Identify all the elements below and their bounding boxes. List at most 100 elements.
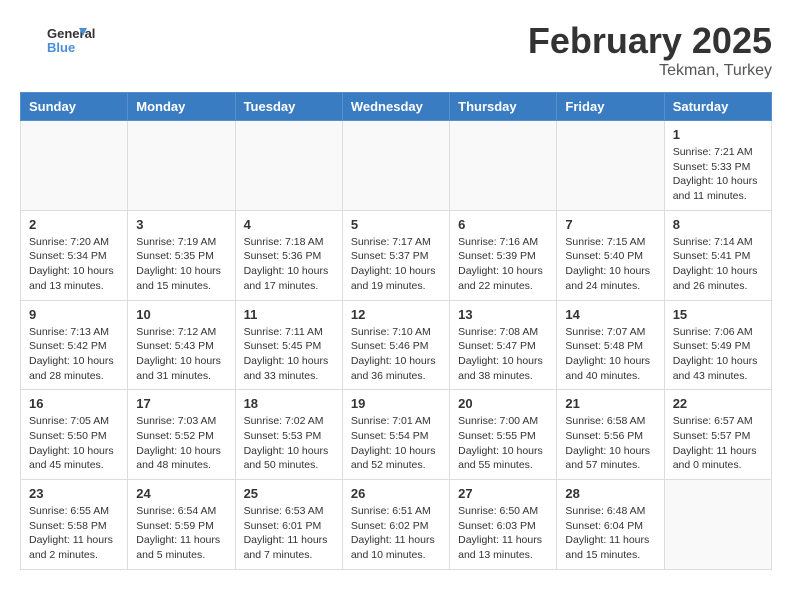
svg-text:General: General xyxy=(47,26,95,41)
day-info: Sunrise: 6:57 AMSunset: 5:57 PMDaylight:… xyxy=(673,414,763,473)
day-info: Sunrise: 7:17 AMSunset: 5:37 PMDaylight:… xyxy=(351,235,441,294)
day-number: 17 xyxy=(136,396,226,411)
weekday-header-friday: Friday xyxy=(557,93,664,121)
calendar-cell: 11 Sunrise: 7:11 AMSunset: 5:45 PMDayligh… xyxy=(235,300,342,390)
calendar-table: SundayMondayTuesdayWednesdayThursdayFrid… xyxy=(20,92,772,570)
calendar-cell: 4 Sunrise: 7:18 AMSunset: 5:36 PMDaylight… xyxy=(235,210,342,300)
location-title: Tekman, Turkey xyxy=(528,62,772,80)
calendar-cell: 24 Sunrise: 6:54 AMSunset: 5:59 PMDayligh… xyxy=(128,480,235,570)
day-info: Sunrise: 6:48 AMSunset: 6:04 PMDaylight:… xyxy=(565,504,655,563)
calendar-cell xyxy=(342,121,449,211)
calendar-cell: 3 Sunrise: 7:19 AMSunset: 5:35 PMDaylight… xyxy=(128,210,235,300)
calendar-week-3: 9 Sunrise: 7:13 AMSunset: 5:42 PMDaylight… xyxy=(21,300,772,390)
calendar-cell: 12 Sunrise: 7:10 AMSunset: 5:46 PMDayligh… xyxy=(342,300,449,390)
day-info: Sunrise: 7:00 AMSunset: 5:55 PMDaylight:… xyxy=(458,414,548,473)
day-info: Sunrise: 7:06 AMSunset: 5:49 PMDaylight:… xyxy=(673,325,763,384)
day-info: Sunrise: 6:53 AMSunset: 6:01 PMDaylight:… xyxy=(244,504,334,563)
day-number: 8 xyxy=(673,217,763,232)
day-info: Sunrise: 7:13 AMSunset: 5:42 PMDaylight:… xyxy=(29,325,119,384)
calendar-cell: 21 Sunrise: 6:58 AMSunset: 5:56 PMDayligh… xyxy=(557,390,664,480)
calendar-cell: 14 Sunrise: 7:07 AMSunset: 5:48 PMDayligh… xyxy=(557,300,664,390)
day-info: Sunrise: 7:05 AMSunset: 5:50 PMDaylight:… xyxy=(29,414,119,473)
weekday-header-tuesday: Tuesday xyxy=(235,93,342,121)
day-info: Sunrise: 7:01 AMSunset: 5:54 PMDaylight:… xyxy=(351,414,441,473)
calendar-cell: 2Sunrise: 7:20 AMSunset: 5:34 PMDaylight… xyxy=(21,210,128,300)
day-info: Sunrise: 7:19 AMSunset: 5:35 PMDaylight:… xyxy=(136,235,226,294)
day-info: Sunrise: 7:11 AMSunset: 5:45 PMDaylight:… xyxy=(244,325,334,384)
logo-icon: General Blue xyxy=(20,20,110,60)
title-block: February 2025 Tekman, Turkey xyxy=(528,20,772,80)
calendar-cell: 16 Sunrise: 7:05 AMSunset: 5:50 PMDayligh… xyxy=(21,390,128,480)
day-info: Sunrise: 7:03 AMSunset: 5:52 PMDaylight:… xyxy=(136,414,226,473)
day-number: 20 xyxy=(458,396,548,411)
calendar-cell: 1Sunrise: 7:21 AMSunset: 5:33 PMDaylight… xyxy=(664,121,771,211)
day-number: 5 xyxy=(351,217,441,232)
calendar-week-4: 16 Sunrise: 7:05 AMSunset: 5:50 PMDayligh… xyxy=(21,390,772,480)
calendar-cell xyxy=(128,121,235,211)
calendar-week-5: 23 Sunrise: 6:55 AMSunset: 5:58 PMDayligh… xyxy=(21,480,772,570)
calendar-cell: 9 Sunrise: 7:13 AMSunset: 5:42 PMDaylight… xyxy=(21,300,128,390)
day-info: Sunrise: 6:51 AMSunset: 6:02 PMDaylight:… xyxy=(351,504,441,563)
calendar-cell: 26 Sunrise: 6:51 AMSunset: 6:02 PMDayligh… xyxy=(342,480,449,570)
day-info: Sunrise: 7:15 AMSunset: 5:40 PMDaylight:… xyxy=(565,235,655,294)
day-number: 24 xyxy=(136,486,226,501)
day-number: 16 xyxy=(29,396,119,411)
calendar-cell: 27 Sunrise: 6:50 AMSunset: 6:03 PMDayligh… xyxy=(450,480,557,570)
day-info: Sunrise: 6:58 AMSunset: 5:56 PMDaylight:… xyxy=(565,414,655,473)
day-info: Sunrise: 7:07 AMSunset: 5:48 PMDaylight:… xyxy=(565,325,655,384)
day-info: Sunrise: 7:08 AMSunset: 5:47 PMDaylight:… xyxy=(458,325,548,384)
day-number: 12 xyxy=(351,307,441,322)
day-number: 11 xyxy=(244,307,334,322)
calendar-week-2: 2Sunrise: 7:20 AMSunset: 5:34 PMDaylight… xyxy=(21,210,772,300)
day-info: Sunrise: 7:10 AMSunset: 5:46 PMDaylight:… xyxy=(351,325,441,384)
calendar-cell: 8 Sunrise: 7:14 AMSunset: 5:41 PMDaylight… xyxy=(664,210,771,300)
day-number: 26 xyxy=(351,486,441,501)
day-info: Sunrise: 6:55 AMSunset: 5:58 PMDaylight:… xyxy=(29,504,119,563)
day-number: 2 xyxy=(29,217,119,232)
calendar-cell: 18Sunrise: 7:02 AMSunset: 5:53 PMDayligh… xyxy=(235,390,342,480)
svg-text:Blue: Blue xyxy=(47,40,75,55)
day-number: 21 xyxy=(565,396,655,411)
calendar-cell xyxy=(450,121,557,211)
day-number: 18 xyxy=(244,396,334,411)
calendar-cell: 19 Sunrise: 7:01 AMSunset: 5:54 PMDayligh… xyxy=(342,390,449,480)
calendar-cell: 17 Sunrise: 7:03 AMSunset: 5:52 PMDayligh… xyxy=(128,390,235,480)
day-number: 4 xyxy=(244,217,334,232)
calendar-cell xyxy=(557,121,664,211)
day-number: 13 xyxy=(458,307,548,322)
day-number: 9 xyxy=(29,307,119,322)
weekday-header-row: SundayMondayTuesdayWednesdayThursdayFrid… xyxy=(21,93,772,121)
calendar-cell: 10 Sunrise: 7:12 AMSunset: 5:43 PMDayligh… xyxy=(128,300,235,390)
calendar-cell xyxy=(21,121,128,211)
day-info: Sunrise: 6:54 AMSunset: 5:59 PMDaylight:… xyxy=(136,504,226,563)
day-number: 3 xyxy=(136,217,226,232)
calendar-week-1: 1Sunrise: 7:21 AMSunset: 5:33 PMDaylight… xyxy=(21,121,772,211)
calendar-cell: 6 Sunrise: 7:16 AMSunset: 5:39 PMDaylight… xyxy=(450,210,557,300)
day-number: 6 xyxy=(458,217,548,232)
day-info: Sunrise: 7:16 AMSunset: 5:39 PMDaylight:… xyxy=(458,235,548,294)
logo: General Blue xyxy=(20,20,110,60)
day-info: Sunrise: 7:21 AMSunset: 5:33 PMDaylight:… xyxy=(673,145,763,204)
page-header: General Blue February 2025 Tekman, Turke… xyxy=(20,20,772,80)
day-info: Sunrise: 7:14 AMSunset: 5:41 PMDaylight:… xyxy=(673,235,763,294)
day-number: 15 xyxy=(673,307,763,322)
calendar-cell: 28 Sunrise: 6:48 AMSunset: 6:04 PMDayligh… xyxy=(557,480,664,570)
calendar-cell: 5 Sunrise: 7:17 AMSunset: 5:37 PMDaylight… xyxy=(342,210,449,300)
weekday-header-monday: Monday xyxy=(128,93,235,121)
day-number: 23 xyxy=(29,486,119,501)
calendar-cell: 20 Sunrise: 7:00 AMSunset: 5:55 PMDayligh… xyxy=(450,390,557,480)
day-info: Sunrise: 7:12 AMSunset: 5:43 PMDaylight:… xyxy=(136,325,226,384)
day-info: Sunrise: 6:50 AMSunset: 6:03 PMDaylight:… xyxy=(458,504,548,563)
day-number: 14 xyxy=(565,307,655,322)
day-number: 19 xyxy=(351,396,441,411)
day-info: Sunrise: 7:18 AMSunset: 5:36 PMDaylight:… xyxy=(244,235,334,294)
day-number: 7 xyxy=(565,217,655,232)
calendar-cell xyxy=(235,121,342,211)
weekday-header-saturday: Saturday xyxy=(664,93,771,121)
calendar-cell xyxy=(664,480,771,570)
day-number: 10 xyxy=(136,307,226,322)
day-number: 25 xyxy=(244,486,334,501)
calendar-cell: 22Sunrise: 6:57 AMSunset: 5:57 PMDayligh… xyxy=(664,390,771,480)
day-number: 27 xyxy=(458,486,548,501)
day-number: 28 xyxy=(565,486,655,501)
